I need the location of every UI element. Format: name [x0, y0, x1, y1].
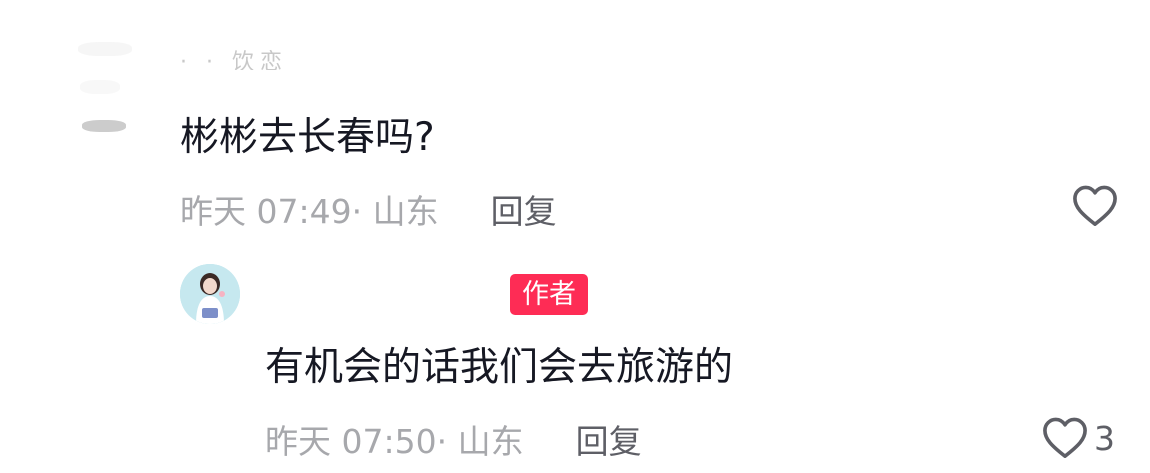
heart-outline-icon [1043, 417, 1087, 458]
author-username[interactable] [268, 280, 498, 310]
author-badge: 作者 [510, 274, 588, 315]
comment-reply-button[interactable]: 回复 [491, 185, 557, 233]
reply-text: 有机会的话我们会去旅游的 [265, 345, 734, 390]
reply-time-location: 昨天 07:50· 山东 [265, 422, 524, 461]
reply-reply-button[interactable]: 回复 [576, 415, 642, 463]
comment-like-button[interactable] [1072, 184, 1118, 228]
comment-time-location: 昨天 07:49· 山东 [180, 192, 439, 231]
author-avatar-image [180, 264, 240, 324]
reply-meta-row: 昨天 07:50· 山东 回复 [265, 416, 642, 462]
author-avatar[interactable] [180, 264, 240, 324]
comment-meta-row: 昨天 07:49· 山东 回复 [180, 186, 557, 232]
commenter-username[interactable]: · · 饮恋 [180, 44, 340, 70]
commenter-avatar[interactable] [78, 40, 144, 144]
heart-outline-icon [1073, 185, 1117, 226]
reply-like-button[interactable]: 3 [1042, 416, 1115, 460]
comment-thread: · · 饮恋 彬彬去长春吗? 昨天 07:49· 山东 回复 作者 有机会的话我… [0, 0, 1150, 473]
comment-text: 彬彬去长春吗? [180, 115, 435, 160]
reply-like-count: 3 [1094, 418, 1115, 458]
